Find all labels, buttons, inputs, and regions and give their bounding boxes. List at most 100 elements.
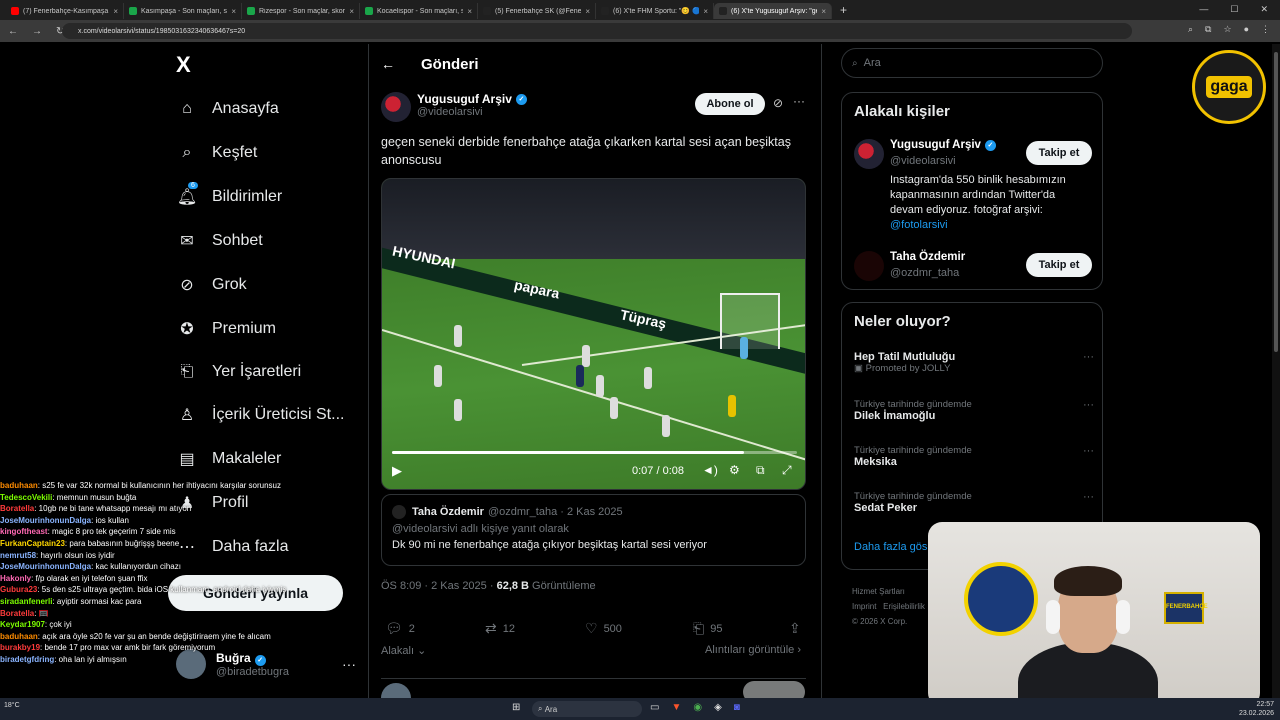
nav-item[interactable]: ✪ Premium [176,314,276,344]
trend-item[interactable]: Hep Tatil Mutluluğu ▣ Promoted by JOLLY … [854,351,1094,374]
x-logo[interactable]: X [176,52,191,78]
person-name[interactable]: Yugusuguf Arşiv [890,139,981,151]
share-button[interactable]: ⇪ [789,620,801,637]
like-button[interactable]: ♡ 500 [585,620,622,637]
repost-count: 12 [502,622,515,635]
more-icon[interactable]: ··· [1083,445,1094,457]
extension-icon[interactable]: ⧉ [1205,24,1211,35]
nav-item[interactable]: ⌕ Keşfet [176,138,258,168]
trend-item[interactable]: Türkiye tarihinde gündemde Sedat Peker ·… [854,491,1094,514]
footer-link[interactable]: Erişilebilirlik [883,602,925,611]
chat-username: kingoftheast [0,527,48,537]
follow-button[interactable]: Takip et [1026,141,1092,165]
pip-icon[interactable]: ⧉ [756,463,765,478]
nav-item[interactable]: ✉ Sohbet [176,226,262,256]
url-field[interactable]: x.com/videolarsivi/status/19850316323406… [62,23,1132,39]
video-progress[interactable] [392,451,797,454]
maximize-icon[interactable]: ☐ [1230,4,1238,15]
brave-icon[interactable]: ▼ [671,702,681,713]
system-clock[interactable]: 22:57 23.02.2026 [1239,700,1274,718]
more-icon[interactable]: ··· [342,656,356,672]
more-icon[interactable]: ··· [1083,351,1094,363]
favicon-icon [719,7,727,15]
author-name[interactable]: Yugusuguf Arşiv [417,92,512,106]
chat-text: : 5s den s25 ultraya geçtim. bida iOS ku… [37,585,287,595]
minimize-icon[interactable]: — [1199,4,1208,15]
more-icon[interactable]: ··· [793,94,805,108]
subscribe-button[interactable]: Abone ol [695,93,765,115]
sort-dropdown[interactable]: Alakalı ⌄ [381,644,426,657]
close-icon[interactable]: × [703,7,708,16]
chrome-icon[interactable]: ◉ [693,702,702,713]
follow-button[interactable]: Takip et [1026,253,1092,277]
taskbar-search[interactable]: ⌕ Ara [532,701,642,717]
fullscreen-icon[interactable]: ⤢ [782,463,792,478]
show-more-link[interactable]: Daha fazla gös [854,541,927,553]
nav-item[interactable]: 🔔︎ 6 Bildirimler [176,182,282,212]
browser-tab[interactable]: (6) X'te FHM Sportu: "😊 🔵 Fe × [596,3,714,19]
windows-start-icon[interactable]: ⊞ [512,702,520,713]
search-input[interactable]: ⌕ Ara [841,48,1103,78]
menu-icon[interactable]: ⋮ [1261,24,1270,35]
forward-icon[interactable]: → [32,26,42,37]
close-icon[interactable]: × [349,7,354,16]
browser-tab[interactable]: (7) Fenerbahçe-Kasımpaşa Ma: × [6,3,124,19]
video-player[interactable]: HYUNDAI papara Tüpraş ▶ 0:07 / 0:08 ◄) ⚙… [381,178,806,490]
file-explorer-icon[interactable]: ▭ [650,702,659,713]
nav-item[interactable]: ♙ İçerik Üreticisi St... [176,400,345,430]
back-arrow-icon[interactable]: ← [381,56,395,72]
back-icon[interactable]: ← [8,26,18,37]
nav-item[interactable]: ⌂ Anasayfa [176,94,279,124]
view-quotes-link[interactable]: Alıntıları görüntüle › [705,644,801,656]
close-icon[interactable]: × [821,7,826,16]
browser-tab[interactable]: (5) Fenerbahçe SK (@Fenerbah× [478,3,596,19]
close-icon[interactable]: × [467,7,472,16]
trend-item[interactable]: Türkiye tarihinde gündemde Dilek İmamoğl… [854,399,1094,422]
view-quotes-label: Alıntıları görüntüle [704,644,795,656]
search-placeholder: Ara [863,57,881,69]
footer-link[interactable]: Imprint [852,602,876,611]
jersey-box-label: FENERBAHÇE [1166,604,1208,610]
reply-button[interactable]: 💬︎ 2 [385,620,415,637]
volume-icon[interactable]: ◄) [702,463,718,477]
settings-icon[interactable]: ⚙ [729,463,740,477]
footer-link[interactable]: Hizmet Şartları [852,584,925,599]
bookmark-button[interactable]: ⎗ 95 [693,620,722,637]
nav-item[interactable]: ▤ Makaleler [176,444,281,474]
app-icon[interactable]: ◈ [714,702,722,713]
avatar[interactable] [854,139,884,169]
nav-item[interactable]: ⎗ Yer İşaretleri [176,357,302,387]
close-icon[interactable]: × [585,7,590,16]
close-icon[interactable]: × [113,7,118,16]
author-handle[interactable]: @videolarsivi [417,106,527,118]
play-icon[interactable]: ▶ [392,463,402,479]
close-icon[interactable]: × [231,7,236,16]
browser-tab[interactable]: Kocaelispor - Son maçları, skorl × [360,3,478,19]
nav-label: Keşfet [212,144,258,161]
close-window-icon[interactable]: ✕ [1260,4,1268,15]
grok-icon[interactable]: ⊘ [773,96,783,110]
more-icon[interactable]: ··· [1083,491,1094,503]
avatar[interactable] [854,251,884,281]
browser-tab[interactable]: (6) X'te Yugusuguf Arşiv: "geçe × [714,3,832,19]
weather-widget[interactable]: 18°C [4,702,20,709]
more-icon[interactable]: ··· [1083,399,1094,411]
profile-menu-icon[interactable]: ● [1244,24,1249,35]
discord-icon[interactable]: ◙ [734,702,740,713]
goal-net [720,293,780,349]
zoom-icon[interactable]: ⌕ [1188,24,1193,35]
browser-tab[interactable]: Kasımpaşa - Son maçları, skorla × [124,3,242,19]
browser-tab[interactable]: Rizespor - Son maçlar, skorlar × [242,3,360,19]
person-name[interactable]: Taha Özdemir [890,251,965,263]
avatar[interactable] [381,92,411,122]
bio-text: Instagram'da 550 binlik hesabımızın kapa… [890,174,1066,216]
new-tab-button[interactable]: + [840,3,847,17]
bio-link[interactable]: @fotolarsivi [890,219,948,231]
scrollbar[interactable] [1272,44,1280,698]
trend-item[interactable]: Türkiye tarihinde gündemde Meksika ··· [854,445,1094,468]
nav-item[interactable]: ⊘ Grok [176,270,246,300]
star-icon[interactable]: ☆ [1223,24,1231,35]
chat-text: : para babasının buğrişşş beene [64,538,180,548]
repost-button[interactable]: ⇄ 12 [485,620,515,637]
quoted-tweet[interactable]: Taha Özdemir @ozdmr_taha · 2 Kas 2025 @v… [381,494,806,566]
